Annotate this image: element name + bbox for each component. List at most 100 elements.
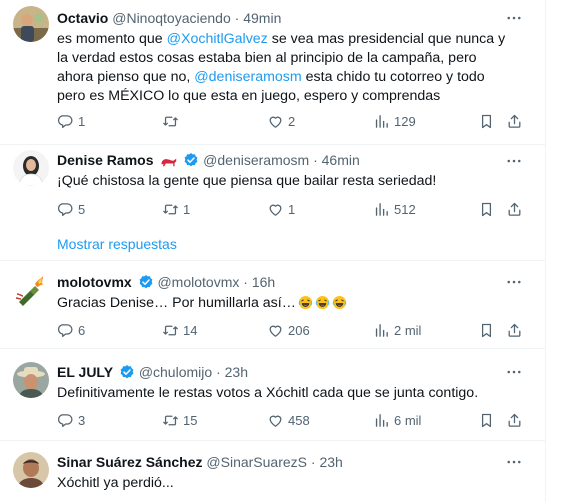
bookmark-button[interactable]: [478, 320, 495, 340]
tweet-octavio[interactable]: Octavio @Ninoqtoyaciendo · 49min es mome…: [0, 0, 545, 145]
avatar-sinar-suarez[interactable]: [13, 452, 49, 488]
avatar-denise-ramos[interactable]: [13, 150, 49, 186]
retweet-button[interactable]: 15: [162, 410, 197, 430]
like-count: 2: [288, 113, 296, 129]
retweet-button[interactable]: 14: [162, 320, 197, 340]
reply-icon: [57, 201, 74, 218]
tweet-text: ¡Qué chistosa la gente que piensa que ba…: [57, 173, 437, 189]
bookmark-button[interactable]: [478, 199, 495, 219]
action-bar: 5 1 1 512: [57, 199, 527, 219]
tweet-header: Sinar Suárez Sánchez @SinarSuarezS · 23h: [57, 452, 512, 472]
tweet-header: molotovmx @molotovmx · 16h: [57, 272, 512, 292]
like-icon: [267, 322, 284, 339]
retweet-count: 1: [183, 201, 191, 217]
show-replies-link[interactable]: Mostrar respuestas: [57, 236, 177, 252]
share-icon: [506, 322, 523, 339]
share-icon: [506, 412, 523, 429]
laughing-emoji: [332, 295, 347, 310]
share-button[interactable]: [506, 111, 523, 131]
author-name[interactable]: Denise Ramos: [57, 152, 153, 168]
laughing-emoji: [298, 295, 313, 310]
reply-icon: [57, 113, 74, 130]
retweet-button[interactable]: 1: [162, 199, 190, 219]
avatar-molotovmx[interactable]: [13, 272, 49, 308]
timestamp[interactable]: 46min: [322, 152, 360, 168]
like-icon: [267, 201, 284, 218]
reply-button[interactable]: 6: [57, 320, 85, 340]
share-icon: [506, 201, 523, 218]
retweet-icon: [162, 113, 179, 130]
author-handle[interactable]: @Ninoqtoyaciendo: [112, 10, 231, 26]
avatar-el-july[interactable]: [13, 362, 49, 398]
like-button[interactable]: 206: [267, 320, 310, 340]
like-button[interactable]: 458: [267, 410, 310, 430]
laughing-emoji: [315, 295, 330, 310]
text-segment: Gracias Denise… Por humillarla así…: [57, 295, 296, 311]
retweet-icon: [162, 412, 179, 429]
like-button[interactable]: 1: [267, 199, 295, 219]
like-icon: [267, 113, 284, 130]
reply-count: 3: [78, 412, 86, 428]
view-count: 6 mil: [394, 412, 422, 428]
mention-link[interactable]: @deniseramosm: [194, 69, 301, 85]
tweet-text: es momento que @XochitlGalvez se vea mas…: [57, 30, 512, 106]
views-icon: [373, 412, 390, 429]
separator: ·: [216, 364, 221, 380]
author-handle[interactable]: @SinarSuarezS: [206, 454, 307, 470]
separator: ·: [310, 454, 316, 470]
separator: ·: [313, 152, 318, 168]
tweet-molotovmx[interactable]: molotovmx @molotovmx · 16h Gracias Denis…: [0, 260, 545, 349]
like-count: 458: [288, 412, 310, 428]
avatar-octavio[interactable]: [13, 6, 49, 42]
tweet-el-july[interactable]: EL JULY @chulomijo · 23h Definitivamente…: [0, 348, 545, 441]
like-count: 206: [288, 322, 310, 338]
retweet-icon: [162, 201, 179, 218]
reply-button[interactable]: 3: [57, 410, 85, 430]
separator: ·: [234, 10, 240, 26]
reply-count: 5: [78, 201, 86, 217]
author-name[interactable]: molotovmx: [57, 274, 132, 290]
text-segment: es momento que: [57, 31, 167, 47]
tweet-text: Gracias Denise… Por humillarla así…: [57, 294, 512, 316]
tweet-header: EL JULY @chulomijo · 23h: [57, 362, 512, 382]
timestamp[interactable]: 49min: [243, 10, 281, 26]
share-button[interactable]: [506, 410, 523, 430]
reply-count: 6: [78, 322, 86, 338]
views-button[interactable]: 129: [373, 111, 416, 131]
retweet-count: 15: [183, 412, 198, 428]
author-handle[interactable]: @chulomijo: [139, 364, 212, 380]
tweet-sinar-suarez[interactable]: Sinar Suárez Sánchez @SinarSuarezS · 23h…: [0, 440, 545, 502]
bookmark-icon: [478, 412, 495, 429]
views-button[interactable]: 6 mil: [373, 410, 421, 430]
timestamp[interactable]: 23h: [225, 364, 248, 380]
author-name[interactable]: EL JULY: [57, 364, 113, 380]
tweet-text: Xóchitl ya perdió...: [57, 475, 174, 491]
high-heel-emoji: [161, 158, 177, 167]
author-handle[interactable]: @molotovmx: [157, 274, 239, 290]
share-button[interactable]: [506, 320, 523, 340]
author-handle[interactable]: @deniseramosm: [203, 152, 309, 168]
view-count: 129: [394, 113, 416, 129]
views-button[interactable]: 512: [373, 199, 416, 219]
author-name[interactable]: Sinar Suárez Sánchez: [57, 454, 203, 470]
verified-badge-icon: [183, 152, 199, 168]
views-button[interactable]: 2 mil: [373, 320, 421, 340]
timestamp[interactable]: 23h: [319, 454, 342, 470]
bookmark-button[interactable]: [478, 111, 495, 131]
mention-link[interactable]: @XochitlGalvez: [167, 31, 268, 47]
like-button[interactable]: 2: [267, 111, 295, 131]
views-icon: [373, 322, 390, 339]
share-button[interactable]: [506, 199, 523, 219]
bookmark-button[interactable]: [478, 410, 495, 430]
timestamp[interactable]: 16h: [252, 274, 275, 290]
action-bar: 6 14 206 2 mil: [57, 320, 527, 340]
emoji-group: [296, 295, 347, 316]
reply-button[interactable]: 1: [57, 111, 85, 131]
bookmark-icon: [478, 113, 495, 130]
author-name[interactable]: Octavio: [57, 10, 108, 26]
bookmark-icon: [478, 201, 495, 218]
share-icon: [506, 113, 523, 130]
reply-button[interactable]: 5: [57, 199, 85, 219]
retweet-button[interactable]: [162, 111, 183, 131]
action-bar: 3 15 458 6 mil: [57, 410, 527, 430]
